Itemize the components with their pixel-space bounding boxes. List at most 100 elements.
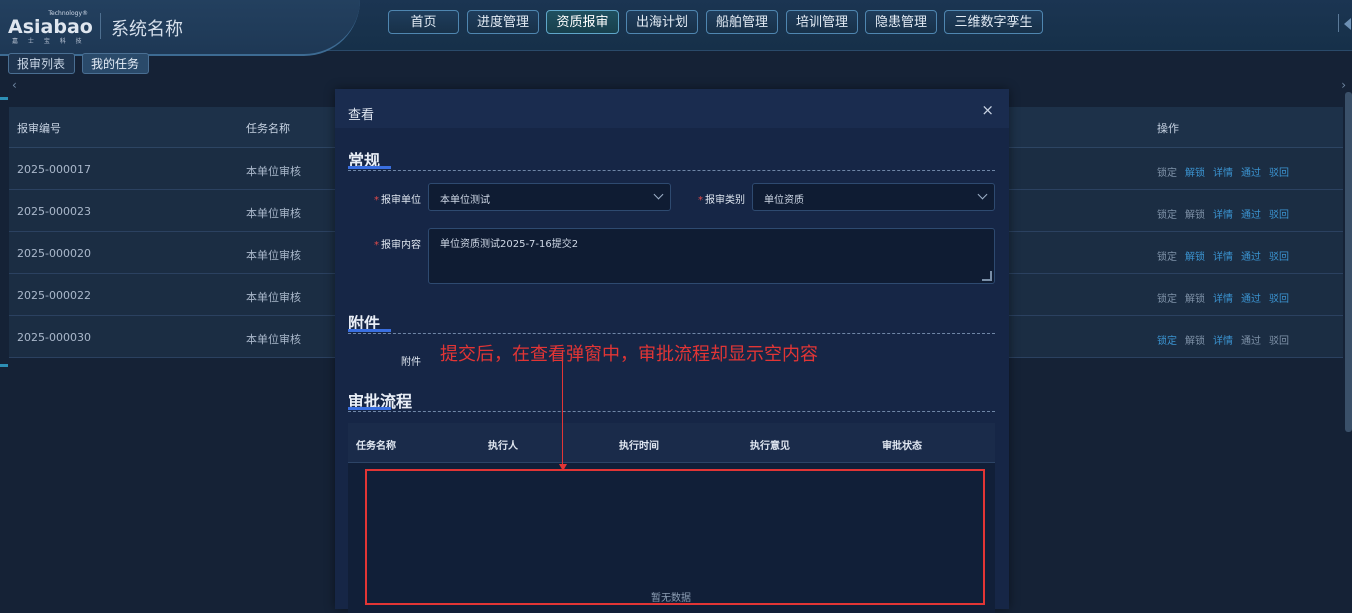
content-label: * 报审内容 [374,240,421,251]
chevron-right-icon[interactable]: › [1341,78,1346,92]
nav-item-progress[interactable]: 进度管理 [467,10,539,34]
company-logo[interactable]: Technology® Asiabao 嘉 士 宝 科 技 [8,8,93,45]
action-unlock[interactable]: 解锁 [1185,336,1205,347]
action-reject[interactable]: 驳回 [1269,168,1289,179]
top-bar: Technology® Asiabao 嘉 士 宝 科 技 系统名称 首页 进度… [0,0,1352,56]
flow-table-header: 任务名称 执行人 执行时间 执行意见 审批状态 [348,423,995,463]
header-review-id: 报审编号 [17,122,61,135]
tab-review-list[interactable]: 报审列表 [8,53,75,74]
logo-wordmark: Asiabao [8,16,93,38]
row-actions: 锁定 解锁 详情 通过 驳回 [1157,248,1297,263]
cell-review-id: 2025-000030 [17,331,91,344]
section-attachment-underline [348,329,391,332]
brand-area: Technology® Asiabao 嘉 士 宝 科 技 系统名称 [0,0,360,56]
collapse-divider [1338,14,1339,32]
action-lock[interactable]: 锁定 [1157,252,1177,263]
action-detail[interactable]: 详情 [1213,168,1233,179]
triangle-left-icon [1344,18,1351,30]
cell-review-id: 2025-000023 [17,205,91,218]
dialog-header: 查看 × [335,89,1009,128]
action-approve[interactable]: 通过 [1241,210,1261,221]
close-icon[interactable]: × [981,101,994,119]
unit-select-value: 本单位测试 [440,195,490,206]
section-attachment-divider [348,333,995,334]
action-detail[interactable]: 详情 [1213,294,1233,305]
flow-header-task: 任务名称 [356,441,396,452]
nav-item-training[interactable]: 培训管理 [786,10,858,34]
system-name: 系统名称 [111,19,183,40]
action-reject[interactable]: 驳回 [1269,210,1289,221]
nav-item-qualification[interactable]: 资质报审 [546,10,619,34]
cell-review-id: 2025-000022 [17,289,91,302]
annotation-highlight-box [365,469,985,605]
section-general-underline [348,166,391,169]
cell-review-id: 2025-000020 [17,247,91,260]
action-approve[interactable]: 通过 [1241,252,1261,263]
cell-task-name: 本单位审核 [246,291,301,304]
action-approve[interactable]: 通过 [1241,294,1261,305]
action-lock[interactable]: 锁定 [1157,336,1177,347]
action-approve[interactable]: 通过 [1241,336,1261,347]
header-actions: 操作 [1157,122,1179,135]
resize-handle-icon[interactable] [982,271,992,281]
action-lock[interactable]: 锁定 [1157,294,1177,305]
row-actions: 锁定 解锁 详情 通过 驳回 [1157,164,1297,179]
content-textarea-value: 单位资质测试2025-7-16提交2 [440,239,579,250]
action-lock[interactable]: 锁定 [1157,168,1177,179]
action-unlock[interactable]: 解锁 [1185,294,1205,305]
unit-label: * 报审单位 [374,195,421,206]
row-actions: 锁定 解锁 详情 通过 驳回 [1157,332,1297,347]
flow-header-time: 执行时间 [619,441,659,452]
nav-item-home[interactable]: 首页 [388,10,459,34]
unit-label-text: 报审单位 [381,195,421,206]
cell-task-name: 本单位审核 [246,207,301,220]
cell-task-name: 本单位审核 [246,165,301,178]
action-reject[interactable]: 驳回 [1269,294,1289,305]
logo-subtitle: 嘉 士 宝 科 技 [12,38,86,45]
action-unlock[interactable]: 解锁 [1185,252,1205,263]
chevron-down-icon [977,189,988,200]
header-task-name: 任务名称 [246,122,290,135]
attachment-label: 附件 [401,357,421,368]
nav-item-hazard[interactable]: 隐患管理 [865,10,937,34]
flow-header-status: 审批状态 [882,441,922,452]
nav-item-vessel[interactable]: 船舶管理 [706,10,778,34]
action-approve[interactable]: 通过 [1241,168,1261,179]
unit-select[interactable]: 本单位测试 [428,183,671,211]
chevron-left-icon[interactable]: ‹ [12,78,17,92]
collapse-icon[interactable] [1338,14,1352,32]
nav-item-digital-twin[interactable]: 三维数字孪生 [944,10,1043,34]
dialog-title: 查看 [348,108,375,123]
category-select[interactable]: 单位资质 [752,183,995,211]
cell-review-id: 2025-000017 [17,163,91,176]
action-reject[interactable]: 驳回 [1269,336,1289,347]
chevron-down-icon [653,189,664,200]
category-label: * 报审类别 [698,195,745,206]
action-unlock[interactable]: 解锁 [1185,210,1205,221]
content-textarea[interactable]: 单位资质测试2025-7-16提交2 [428,228,995,284]
row-actions: 锁定 解锁 详情 通过 驳回 [1157,290,1297,305]
accent-marker-bottom [0,364,8,367]
accent-marker [0,97,8,100]
cell-task-name: 本单位审核 [246,333,301,346]
section-flow-divider [348,411,995,412]
tab-my-tasks[interactable]: 我的任务 [82,53,149,74]
action-reject[interactable]: 驳回 [1269,252,1289,263]
action-detail[interactable]: 详情 [1213,210,1233,221]
flow-header-executor: 执行人 [488,441,518,452]
row-actions: 锁定 解锁 详情 通过 驳回 [1157,206,1297,221]
action-detail[interactable]: 详情 [1213,252,1233,263]
annotation-arrow-line [562,350,563,468]
nav-item-sea-plan[interactable]: 出海计划 [626,10,698,34]
category-label-text: 报审类别 [705,195,745,206]
flow-header-opinion: 执行意见 [750,441,790,452]
action-unlock[interactable]: 解锁 [1185,168,1205,179]
vertical-scrollbar[interactable] [1345,92,1352,432]
brand-divider [100,13,101,39]
annotation-text: 提交后，在查看弹窗中，审批流程却显示空内容 [440,344,818,365]
category-select-value: 单位资质 [764,195,804,206]
action-detail[interactable]: 详情 [1213,336,1233,347]
section-general-divider [348,170,995,171]
cell-task-name: 本单位审核 [246,249,301,262]
action-lock[interactable]: 锁定 [1157,210,1177,221]
